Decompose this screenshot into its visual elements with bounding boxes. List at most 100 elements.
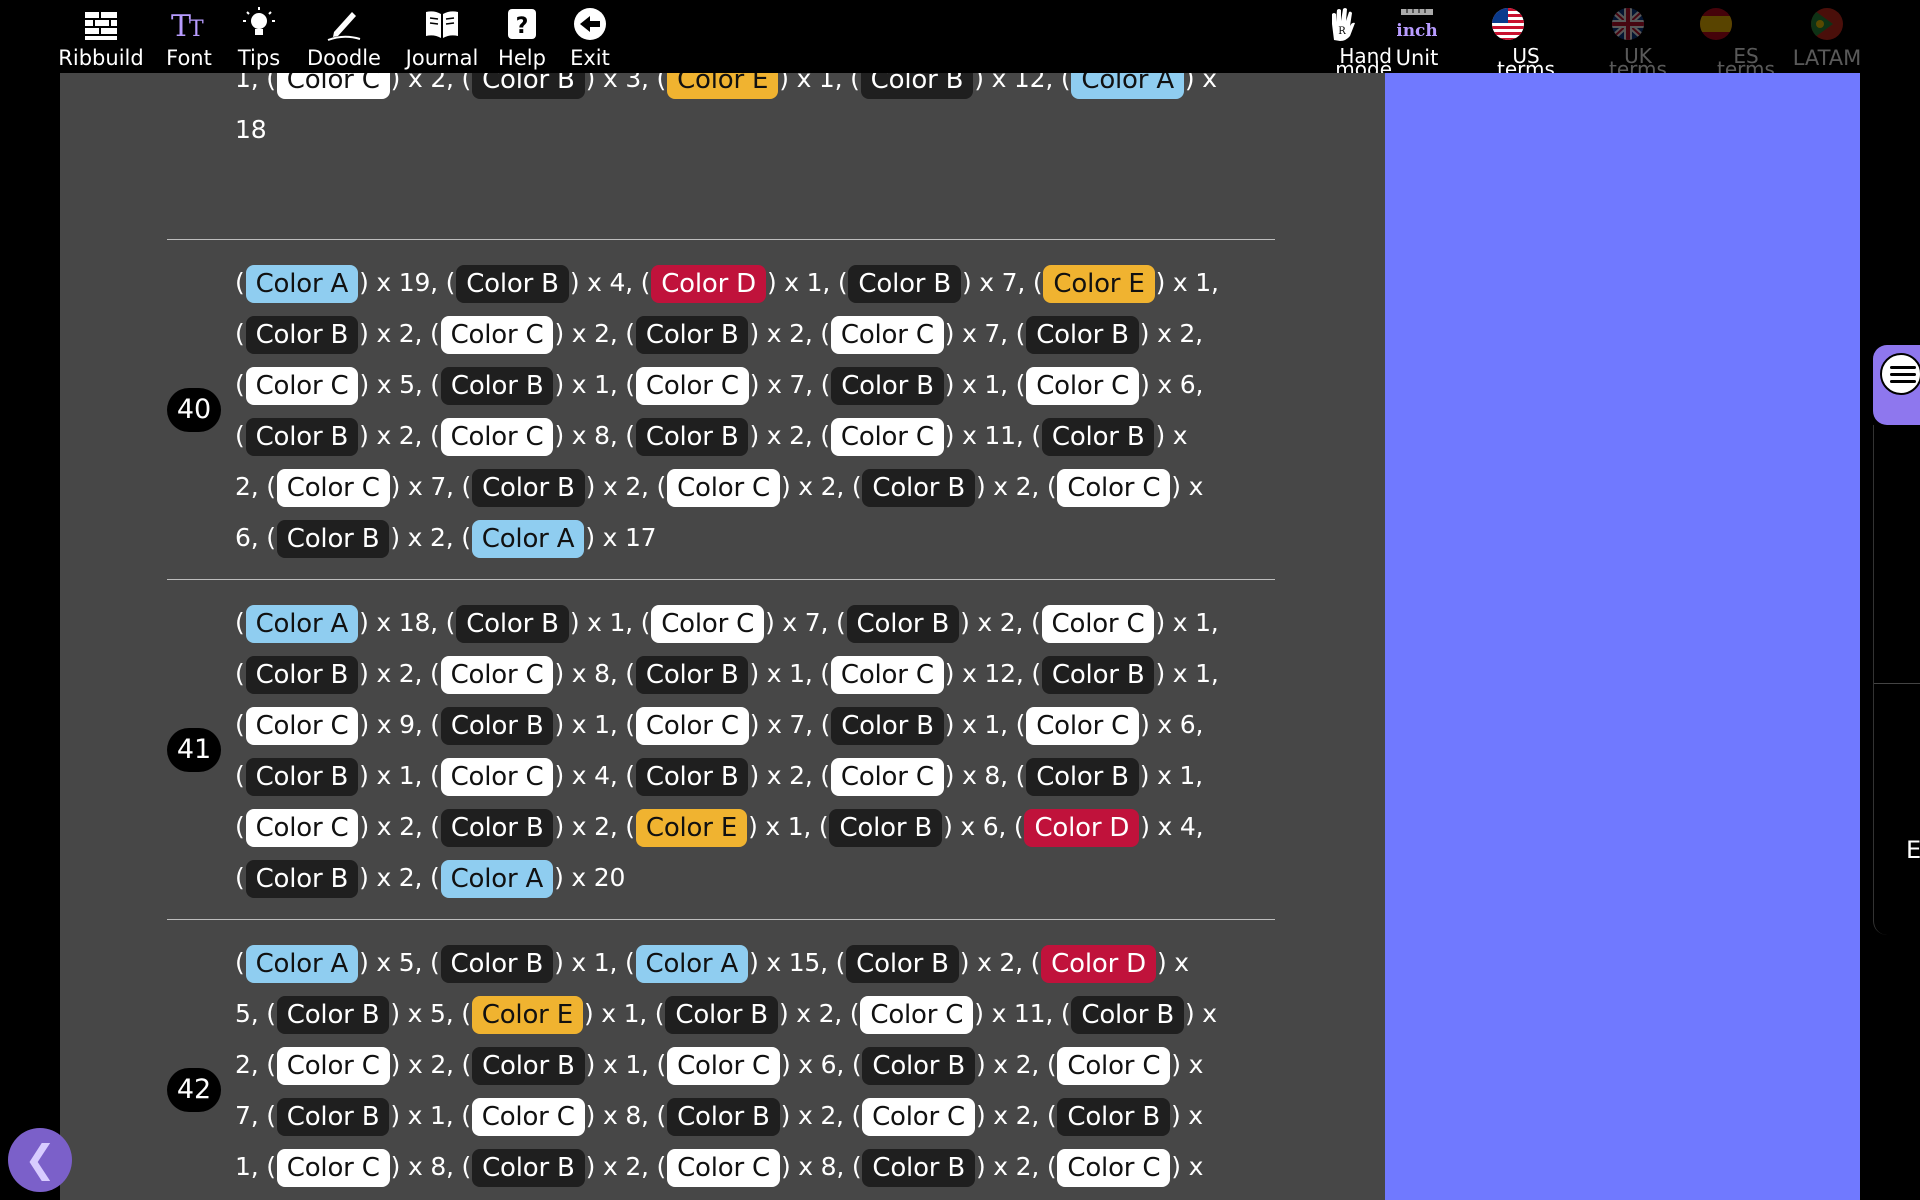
stitch-count-text: ) x 6, <box>1140 370 1204 399</box>
stitch-count-text: ( <box>235 710 245 739</box>
hand-mode-button[interactable]: R Hand mode <box>1308 0 1392 79</box>
color-chip-e: Color E <box>635 809 748 847</box>
stitch-count-text: ) x 2, ( <box>975 472 1057 501</box>
stitch-count-text: ) x 8, ( <box>585 1101 667 1130</box>
stitch-count-text: ) x 2, ( <box>778 999 860 1028</box>
stitch-count-text: ) x 12, ( <box>944 659 1041 688</box>
color-chip-c: Color C <box>860 996 974 1034</box>
color-chip-c: Color C <box>1026 367 1140 405</box>
stitch-count-text: ) x 2, ( <box>959 948 1041 977</box>
drawer-label: E <box>1906 836 1920 864</box>
stitch-count-text: 7, ( <box>235 1101 276 1130</box>
stitch-count-text: 6, ( <box>235 523 276 552</box>
stitch-count-text: ) x <box>1170 1101 1203 1130</box>
collapse-button[interactable]: ❮ <box>8 1128 72 1192</box>
stitch-count-text: ) x 2, ( <box>359 421 440 450</box>
stitch-count-text: ) x 4, <box>1140 812 1204 841</box>
unit-button[interactable]: inch Unit <box>1390 0 1444 73</box>
font-button[interactable]: T T Font <box>160 0 218 73</box>
stitch-count-text: ) x 2, ( <box>390 523 471 552</box>
color-chip-b: Color B <box>276 1098 390 1136</box>
color-chip-b: Color B <box>1026 758 1139 796</box>
stitch-count-text: ) x 2, ( <box>975 1101 1057 1130</box>
menu-button[interactable] <box>1880 353 1920 395</box>
inch-ruler-icon: inch <box>1397 9 1437 41</box>
stitch-count-text: ) x 5, ( <box>390 999 471 1028</box>
latam-button[interactable]: LATAM <box>1784 0 1870 73</box>
pencil-icon <box>327 12 361 41</box>
stitch-count-text: ) x 2, ( <box>390 1050 472 1079</box>
stitch-count-text: ) x 1, <box>1139 761 1203 790</box>
instruction-line: 1, (Color C) x 8, (Color B) x 2, (Color … <box>235 1141 1203 1192</box>
stitch-count-text: ) x 7, ( <box>962 268 1043 297</box>
top-toolbar: Ribbuild T T Font Tips Doodle Journal ? … <box>0 0 1920 79</box>
color-chip-c: Color C <box>635 367 749 405</box>
stitch-count-text: ) x 2, ( <box>780 1101 862 1130</box>
stitch-count-text: 18 <box>235 115 267 144</box>
stitch-count-text: ( <box>235 812 245 841</box>
color-chip-c: Color C <box>276 1047 390 1085</box>
instruction-line: 5, (Color B) x 5, (Color E) x 1, (Color … <box>235 988 1217 1039</box>
instruction-line: (Color C) x 2, (Color B) x 2, (Color E) … <box>235 801 1204 852</box>
color-chip-b: Color B <box>635 656 749 694</box>
instruction-line: (Color A) x 18, (Color B) x 1, (Color C)… <box>235 597 1219 648</box>
instruction-line: (Color C) x 5, (Color B) x 1, (Color C) … <box>235 359 1203 410</box>
stitch-count-text: ) x 2, ( <box>749 319 830 348</box>
stitch-count-text: ( <box>235 863 245 892</box>
uk-flag-icon <box>1612 8 1644 40</box>
color-chip-c: Color C <box>667 1047 780 1085</box>
instruction-line: 7, (Color B) x 1, (Color C) x 8, (Color … <box>235 1090 1203 1141</box>
row-number-badge: 40 <box>167 388 221 432</box>
color-chip-c: Color C <box>651 605 765 643</box>
color-chip-b: Color B <box>276 520 390 558</box>
stitch-count-text: ) x 2, ( <box>390 73 472 93</box>
pattern-row: 40 (Color A) x 19, (Color B) x 4, (Color… <box>167 239 1275 580</box>
svg-text:R: R <box>1338 26 1346 37</box>
stitch-count-text: ) x 17 <box>585 523 657 552</box>
row-instructions: (Color A) x 5, (Color B) x 1, (Color A) … <box>235 937 1217 1200</box>
stitch-count-text: ) x 2, <box>1139 319 1203 348</box>
journal-button[interactable]: Journal <box>400 0 484 73</box>
color-chip-b: Color B <box>862 1149 975 1187</box>
stitch-count-text: ) x 4, ( <box>569 268 651 297</box>
stitch-count-text: ) x 8, ( <box>554 421 635 450</box>
stitch-count-text: ) x 1, ( <box>554 948 635 977</box>
color-chip-b: Color B <box>440 707 554 745</box>
stitch-count-text: ) x 7, ( <box>749 710 831 739</box>
color-chip-d: Color D <box>651 265 766 303</box>
stitch-count-text: ) x 1, ( <box>390 1101 471 1130</box>
uk-terms-button[interactable]: UK terms <box>1586 0 1670 79</box>
ribbuild-button[interactable]: Ribbuild <box>57 0 145 73</box>
stitch-count-text: ) x 2, ( <box>780 472 862 501</box>
color-chip-c: Color C <box>440 316 554 354</box>
help-button[interactable]: ? Help <box>496 0 548 73</box>
color-chip-b: Color B <box>862 1047 975 1085</box>
stitch-count-text: ) x 2, ( <box>554 319 635 348</box>
instruction-line: 2, (Color C) x 7, (Color B) x 2, (Color … <box>235 461 1203 512</box>
color-chip-b: Color B <box>635 418 749 456</box>
instruction-line: 18 <box>235 104 1155 155</box>
doodle-button[interactable]: Doodle <box>302 0 386 73</box>
tips-button[interactable]: Tips <box>232 0 286 73</box>
color-chip-b: Color B <box>440 367 554 405</box>
pattern-row: 41 (Color A) x 18, (Color B) x 1, (Color… <box>167 579 1275 920</box>
color-chip-a: Color A <box>471 520 585 558</box>
stitch-count-text: ) x <box>1184 999 1217 1028</box>
stitch-count-text: ( <box>235 319 245 348</box>
es-terms-button[interactable]: ES terms <box>1690 0 1775 79</box>
color-chip-c: Color C <box>830 758 944 796</box>
stitch-count-text: ( <box>235 268 245 297</box>
exit-button[interactable]: Exit <box>564 0 616 73</box>
stitch-count-text: ( <box>235 608 245 637</box>
instruction-line: 2, (Color C) x 2, (Color B) x 1, (Color … <box>235 1039 1203 1090</box>
stitch-count-text: ) x 2, ( <box>359 863 440 892</box>
row-number-badge: 41 <box>167 728 221 772</box>
stitch-count-text: ) x 2, ( <box>975 1152 1057 1181</box>
us-terms-button[interactable]: US terms <box>1476 0 1576 79</box>
color-chip-a: Color A <box>245 605 359 643</box>
color-chip-b: Color B <box>456 605 569 643</box>
color-chip-b: Color B <box>1026 316 1139 354</box>
color-chip-c: Color C <box>276 469 390 507</box>
stitch-count-text: ) x 11, ( <box>944 421 1041 450</box>
stitch-count-text: ) x 3, ( <box>585 73 667 93</box>
